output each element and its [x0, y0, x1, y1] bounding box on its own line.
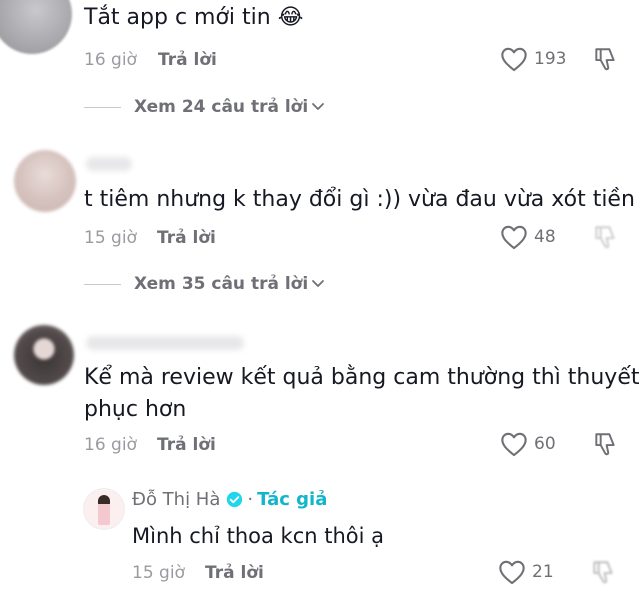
like-button[interactable]: 60	[500, 431, 556, 457]
comment-time: 15 giờ	[84, 228, 137, 248]
like-count: 193	[534, 49, 567, 69]
view-replies-button[interactable]: Xem 35 câu trả lời	[84, 274, 325, 294]
like-button[interactable]: 48	[500, 224, 556, 250]
thread-divider	[84, 106, 121, 108]
author-tag: Tác giả	[257, 489, 328, 510]
comment-time: 16 giờ	[84, 50, 137, 70]
comment-text: t tiêm nhưng k thay đổi gì :)) vừa đau v…	[84, 187, 635, 212]
dislike-button[interactable]	[592, 46, 618, 76]
avatar-figure	[98, 495, 110, 525]
view-replies-label: Xem 24 câu trả lời	[134, 97, 309, 117]
comment-time: 16 giờ	[84, 435, 137, 455]
heart-outline-icon	[501, 225, 527, 250]
reply-button[interactable]: Trả lời	[157, 227, 216, 249]
view-replies-label: Xem 35 câu trả lời	[134, 274, 309, 294]
chevron-down-icon	[312, 103, 325, 110]
like-count: 21	[532, 562, 554, 582]
comment-text: Kể mà review kết quả bằng cam thường thì…	[84, 365, 640, 390]
comment-time: 15 giờ	[132, 563, 185, 583]
like-button[interactable]: 21	[498, 559, 554, 585]
reply-button[interactable]: Trả lời	[205, 562, 264, 584]
avatar[interactable]	[14, 325, 74, 385]
thumbs-down-icon	[595, 48, 615, 71]
heart-outline-icon	[501, 47, 527, 72]
chevron-down-icon	[312, 280, 325, 287]
separator-dot: ·	[247, 489, 254, 510]
username[interactable]	[86, 336, 244, 350]
reply-button[interactable]: Trả lời	[158, 49, 217, 71]
dislike-button[interactable]	[592, 431, 618, 461]
thumbs-down-icon	[595, 433, 615, 456]
like-count: 60	[534, 434, 556, 454]
comment-text: phục hơn	[84, 397, 187, 422]
like-count: 48	[534, 227, 556, 247]
comment-text: Tắt app c mới tin 😂	[84, 5, 304, 30]
heart-outline-icon	[499, 560, 525, 585]
avatar[interactable]	[14, 150, 76, 212]
thread-divider	[84, 283, 121, 285]
heart-outline-icon	[501, 432, 527, 457]
verified-badge-icon	[227, 491, 243, 508]
avatar[interactable]	[0, 0, 72, 54]
author-name[interactable]: Đỗ Thị Hà	[132, 489, 220, 510]
dislike-button[interactable]	[590, 559, 616, 589]
like-button[interactable]: 193	[500, 46, 566, 72]
dislike-button[interactable]	[592, 224, 618, 254]
view-replies-button[interactable]: Xem 24 câu trả lời	[84, 97, 325, 117]
username[interactable]	[86, 157, 132, 171]
reply-text: Mình chỉ thoa kcn thôi ạ	[132, 524, 385, 548]
reply-button[interactable]: Trả lời	[157, 434, 216, 456]
thumbs-down-icon	[595, 226, 615, 249]
author-avatar[interactable]	[83, 488, 125, 530]
author-header: Đỗ Thị Hà · Tác giả	[132, 489, 327, 510]
thumbs-down-icon	[593, 561, 613, 584]
